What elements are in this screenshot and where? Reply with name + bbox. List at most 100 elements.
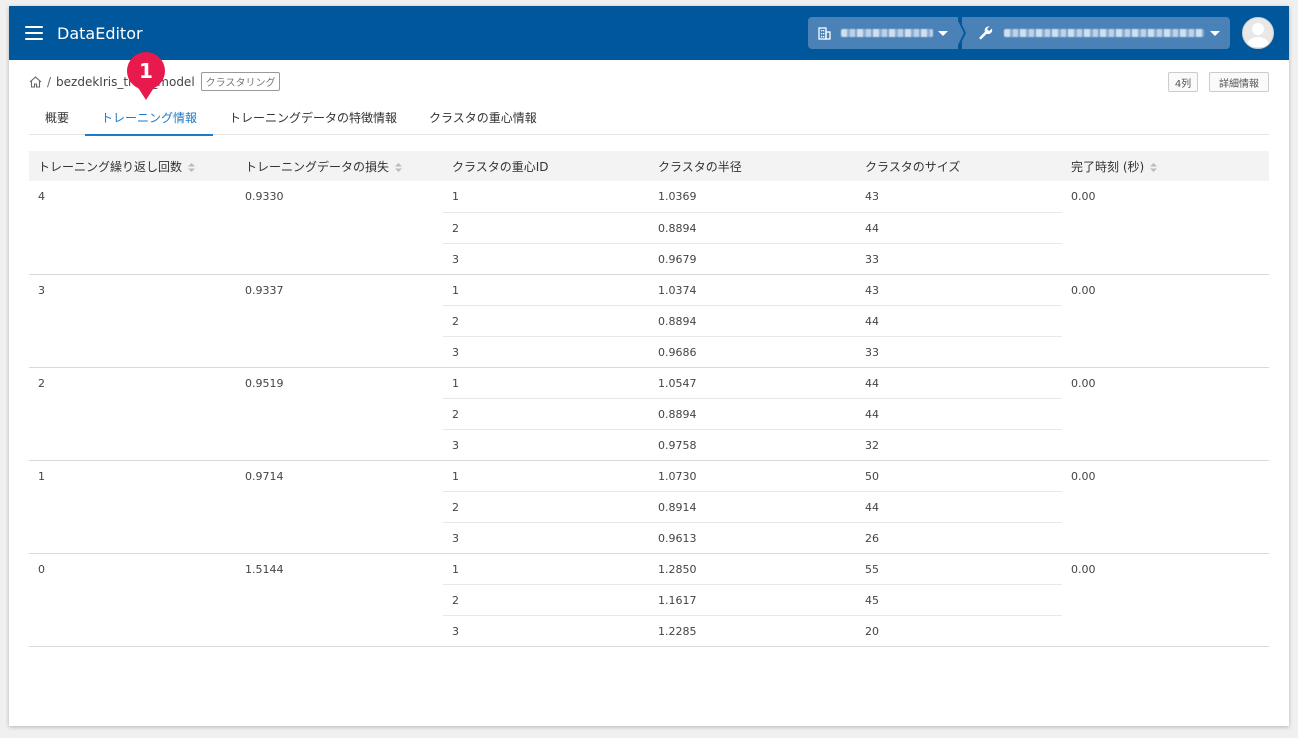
cell-completion-time: 0.00	[1062, 460, 1269, 554]
tab-overview[interactable]: 概要	[29, 102, 85, 135]
app-window: DataEditor 1 / bezdekIris_train_model クラ…	[9, 6, 1289, 726]
training-info-table: トレーニング繰り返し回数 トレーニングデータの損失 クラスタの重心ID クラスタ…	[29, 151, 1269, 647]
cell-completion-time: 0.00	[1062, 367, 1269, 461]
cell-radius: 0.9758	[649, 429, 856, 461]
cell-iteration: 2	[29, 367, 236, 461]
cell-centroid-id: 3	[443, 243, 649, 275]
model-type-badge: クラスタリング	[200, 72, 281, 91]
cell-centroid-id: 1	[443, 553, 649, 585]
cell-centroid-id: 2	[443, 398, 649, 430]
cell-loss: 0.9330	[236, 181, 443, 275]
cell-radius: 1.2850	[649, 553, 856, 585]
cell-size: 50	[856, 460, 1062, 492]
cell-radius: 0.9679	[649, 243, 856, 275]
cell-centroid-id: 1	[443, 181, 649, 213]
cell-radius: 1.0730	[649, 460, 856, 492]
table-row: 3 0.9337 1 1.0374 43 0.00	[29, 274, 1269, 368]
cell-loss: 0.9714	[236, 460, 443, 554]
organization-select[interactable]	[808, 17, 958, 49]
chevron-down-icon	[938, 30, 948, 36]
step-marker-pointer	[137, 86, 155, 100]
tab-bar: 概要 トレーニング情報 トレーニングデータの特徴情報 クラスタの重心情報	[29, 102, 1269, 136]
sort-icon	[395, 162, 403, 172]
cell-radius: 0.9686	[649, 336, 856, 368]
cell-radius: 1.1617	[649, 584, 856, 616]
cell-radius: 1.0369	[649, 181, 856, 213]
cell-centroid-id: 1	[443, 367, 649, 399]
columns-button[interactable]: 4列	[1168, 72, 1198, 92]
project-select[interactable]	[962, 17, 1230, 49]
cell-radius: 0.8894	[649, 305, 856, 337]
table-row: 4 0.9330 1 1.0369 43 0.00	[29, 181, 1269, 275]
cell-loss: 0.9519	[236, 367, 443, 461]
cell-iteration: 3	[29, 274, 236, 368]
cell-completion-time: 0.00	[1062, 553, 1269, 647]
cell-radius: 1.2285	[649, 615, 856, 647]
cell-size: 43	[856, 274, 1062, 306]
app-bar: DataEditor	[9, 6, 1289, 60]
table-header-row: トレーニング繰り返し回数 トレーニングデータの損失 クラスタの重心ID クラスタ…	[29, 151, 1269, 181]
cell-iteration: 4	[29, 181, 236, 275]
column-header-completion-time[interactable]: 完了時刻 (秒)	[1062, 151, 1269, 181]
step-marker: 1	[127, 52, 165, 90]
cell-radius: 0.8894	[649, 398, 856, 430]
project-name-redacted	[1004, 29, 1204, 37]
cell-size: 55	[856, 553, 1062, 585]
cell-centroid-id: 1	[443, 274, 649, 306]
column-header-size: クラスタのサイズ	[856, 151, 1062, 181]
cell-size: 33	[856, 336, 1062, 368]
cell-completion-time: 0.00	[1062, 181, 1269, 275]
cell-radius: 1.0374	[649, 274, 856, 306]
cell-size: 44	[856, 398, 1062, 430]
hamburger-menu-icon[interactable]	[25, 26, 43, 40]
cell-size: 45	[856, 584, 1062, 616]
cell-size: 44	[856, 367, 1062, 399]
cell-size: 44	[856, 212, 1062, 244]
wrench-icon	[979, 26, 993, 40]
organization-name-redacted	[841, 29, 933, 37]
cell-centroid-id: 3	[443, 336, 649, 368]
cell-radius: 0.8894	[649, 212, 856, 244]
cell-iteration: 1	[29, 460, 236, 554]
tab-cluster-centroid-info[interactable]: クラスタの重心情報	[413, 102, 553, 135]
user-icon	[1246, 23, 1270, 47]
cell-centroid-id: 2	[443, 212, 649, 244]
app-title: DataEditor	[57, 23, 143, 43]
sort-icon	[1150, 162, 1158, 172]
cell-size: 44	[856, 305, 1062, 337]
cell-size: 20	[856, 615, 1062, 647]
table-row: 2 0.9519 1 1.0547 44 0.00	[29, 367, 1269, 461]
table-row: 1 0.9714 1 1.0730 50 0.00	[29, 460, 1269, 554]
home-icon[interactable]	[29, 75, 42, 88]
breadcrumb-separator: /	[47, 74, 52, 89]
cell-loss: 0.9337	[236, 274, 443, 368]
cell-radius: 0.9613	[649, 522, 856, 554]
user-avatar[interactable]	[1242, 17, 1274, 49]
cell-size: 26	[856, 522, 1062, 554]
breadcrumb-separator-fill	[956, 17, 964, 49]
tab-training-data-features[interactable]: トレーニングデータの特徴情報	[213, 102, 413, 135]
cell-centroid-id: 3	[443, 429, 649, 461]
cell-size: 32	[856, 429, 1062, 461]
column-header-centroid-id: クラスタの重心ID	[443, 151, 649, 181]
cell-centroid-id: 2	[443, 584, 649, 616]
cell-centroid-id: 3	[443, 522, 649, 554]
table-body: 4 0.9330 1 1.0369 43 0.00 2 0.8894 44 3 0.9679 33 3 0…	[29, 181, 1269, 647]
tab-training-info[interactable]: トレーニング情報	[85, 102, 214, 136]
cell-radius: 0.8914	[649, 491, 856, 523]
cell-centroid-id: 2	[443, 305, 649, 337]
cell-size: 33	[856, 243, 1062, 275]
column-header-iteration[interactable]: トレーニング繰り返し回数	[29, 151, 236, 181]
cell-centroid-id: 3	[443, 615, 649, 647]
chevron-down-icon	[1210, 30, 1220, 36]
table-row: 0 1.5144 1 1.2850 55 0.00	[29, 553, 1269, 647]
cell-radius: 1.0547	[649, 367, 856, 399]
cell-size: 43	[856, 181, 1062, 213]
breadcrumb-model-name[interactable]: bezdekIris_train_model	[56, 75, 195, 89]
details-button[interactable]: 詳細情報	[1209, 72, 1269, 92]
cell-size: 44	[856, 491, 1062, 523]
cell-centroid-id: 2	[443, 491, 649, 523]
column-header-loss[interactable]: トレーニングデータの損失	[236, 151, 443, 181]
cell-iteration: 0	[29, 553, 236, 647]
sort-icon	[188, 162, 196, 172]
